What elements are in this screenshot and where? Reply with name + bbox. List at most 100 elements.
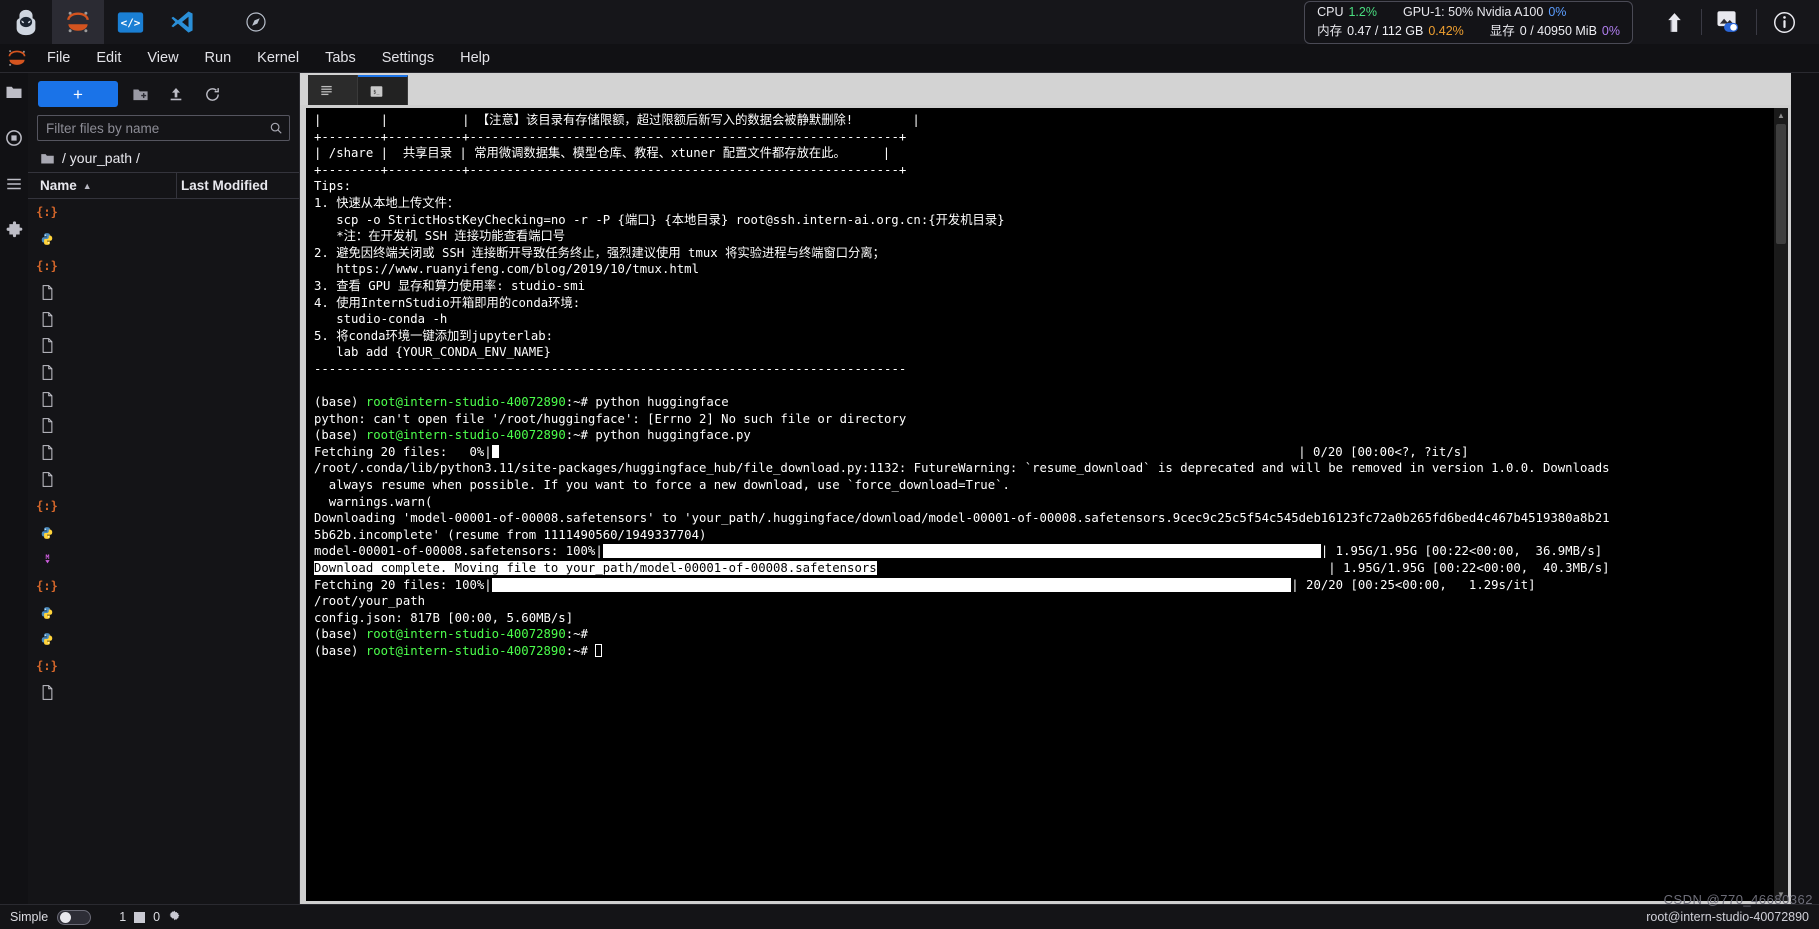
file-icon <box>42 471 52 487</box>
file-list-item[interactable]: {:} <box>28 653 299 680</box>
settings-button[interactable] <box>168 909 181 925</box>
new-launcher-button[interactable]: + <box>38 81 118 107</box>
file-icon <box>42 391 52 407</box>
terminal-line: +--------+----------+-------------------… <box>314 162 907 177</box>
file-list-item[interactable] <box>28 679 299 706</box>
file-list-item[interactable] <box>28 439 299 466</box>
terminal-cursor <box>595 644 603 657</box>
file-list-item[interactable] <box>28 332 299 359</box>
file-type-icon <box>28 311 54 327</box>
file-type-icon: {:} <box>28 205 58 219</box>
tab-terminal[interactable]: $_ <box>358 75 408 105</box>
menu-view[interactable]: View <box>134 44 191 73</box>
screenshot-toggle-button[interactable] <box>1702 0 1756 44</box>
compass-icon <box>246 12 266 32</box>
file-list-item[interactable] <box>28 279 299 306</box>
internstudio-logo-icon <box>16 9 36 36</box>
file-list-item[interactable] <box>28 466 299 493</box>
menu-tabs[interactable]: Tabs <box>312 44 369 73</box>
sidebar-item-running[interactable] <box>1 123 27 153</box>
terminal-line: 4. 使用InternStudio开箱即用的conda环境: <box>314 295 581 310</box>
terminal-line <box>314 378 1774 395</box>
file-type-icon: {:} <box>28 659 58 673</box>
progress-bar-fill: Download complete. Moving file to your_p… <box>314 561 877 576</box>
scroll-up-arrow-icon[interactable]: ▲ <box>1774 108 1788 122</box>
sidebar-item-extensions[interactable] <box>1 215 27 245</box>
file-list-item[interactable]: {:} <box>28 573 299 600</box>
menu-edit[interactable]: Edit <box>83 44 134 73</box>
column-header-name[interactable]: Name ▲ <box>28 178 176 193</box>
status-counts: 1 0 <box>119 909 181 925</box>
refresh-icon <box>205 87 219 101</box>
progress-bar-fill <box>491 577 1292 592</box>
file-list-item[interactable] <box>28 413 299 440</box>
upload-arrow-button[interactable] <box>1647 0 1701 44</box>
menu-kernel[interactable]: Kernel <box>244 44 312 73</box>
terminal-line: config.json: 817B [00:00, 5.60MB/s] <box>314 610 574 625</box>
simple-mode-label: Simple <box>10 910 49 924</box>
new-tab-button[interactable] <box>408 75 438 105</box>
upload-files-button[interactable] <box>162 81 190 107</box>
file-list-item[interactable] <box>28 359 299 386</box>
menu-run[interactable]: Run <box>192 44 245 73</box>
file-type-icon: {:} <box>28 579 58 593</box>
sidebar-item-file-browser[interactable] <box>1 77 27 107</box>
terminal-prompt-user: root@intern-studio-40072890 <box>365 428 566 443</box>
resource-row-mem-vram: 内存 0.47 / 112 GB 0.42% 显存 0 / 40950 MiB … <box>1317 20 1620 39</box>
upload-icon <box>170 88 182 101</box>
terminal-line: 1. 快速从本地上传文件： <box>314 195 460 210</box>
resource-row-cpu-gpu: CPU 1.2% GPU-1: 50% Nvidia A100 0% <box>1317 5 1620 19</box>
file-list-item[interactable] <box>28 626 299 653</box>
menu-help[interactable]: Help <box>447 44 503 73</box>
app-compass[interactable] <box>230 0 282 44</box>
svg-text:</>: </> <box>120 16 140 29</box>
file-list-item[interactable] <box>28 226 299 253</box>
file-list-item[interactable] <box>28 599 299 626</box>
file-type-icon <box>28 285 54 300</box>
sidebar-item-commands[interactable] <box>1 169 27 199</box>
cpu-stat: CPU 1.2% <box>1317 5 1377 19</box>
file-icon <box>42 338 52 354</box>
terminal-line: 2. 避免因终端关闭或 SSH 连接断开导致任务终止，强烈建议使用 tmux 将… <box>314 245 885 260</box>
terminal-output[interactable]: | | | 【注意】该目录有存储限额，超过限额后新写入的数据会被静默删除! | +… <box>306 108 1774 901</box>
file-icon <box>42 311 52 327</box>
menu-file[interactable]: File <box>34 44 83 73</box>
app-jupyter[interactable] <box>52 0 104 44</box>
file-list-item[interactable]: {:} <box>28 199 299 226</box>
terminal-scrollbar[interactable]: ▲ ▼ <box>1774 108 1788 901</box>
terminal-progress-line: Fetching 20 files: 100%| | 20/20 [00:25<… <box>314 577 1536 592</box>
app-internstudio-logo[interactable] <box>0 0 52 44</box>
terminal-line: 3. 查看 GPU 显存和算力使用率: studio-smi <box>314 278 586 293</box>
open-tabs-count: 1 <box>119 910 127 924</box>
app-vscode[interactable] <box>156 0 208 44</box>
simple-mode-toggle[interactable] <box>57 909 92 925</box>
file-list-item[interactable] <box>28 519 299 546</box>
search-input[interactable] <box>46 120 269 136</box>
file-type-icon <box>28 606 54 620</box>
tab-notebook[interactable] <box>308 75 358 105</box>
gear-icon <box>169 910 180 921</box>
file-list-item[interactable]: M <box>28 546 299 573</box>
breadcrumb[interactable]: / your_path / <box>28 147 299 172</box>
file-filter-box[interactable] <box>37 115 290 141</box>
file-list-item[interactable]: {:} <box>28 252 299 279</box>
refresh-button[interactable] <box>198 81 226 107</box>
kernel-indicator-icon <box>134 911 146 923</box>
terminal-line: always resume when possible. If you want… <box>314 478 1010 493</box>
status-bar: Simple 1 0 root@intern-studio-40072890 <box>0 904 1819 929</box>
info-button[interactable] <box>1757 0 1811 44</box>
cpu-value: 1.2% <box>1348 4 1377 19</box>
file-list-item[interactable] <box>28 306 299 333</box>
new-folder-button[interactable] <box>126 81 154 107</box>
scrollbar-thumb[interactable] <box>1776 124 1786 244</box>
scroll-down-arrow-icon[interactable]: ▼ <box>1774 887 1788 901</box>
terminal-command-line: (base) root@intern-studio-40072890:~# <box>314 643 1774 660</box>
file-list-item[interactable] <box>28 386 299 413</box>
file-list-item[interactable]: {:} <box>28 493 299 520</box>
gpu-stat: GPU-1: 50% Nvidia A100 0% <box>1403 5 1566 19</box>
column-header-modified[interactable]: Last Modified <box>177 178 299 193</box>
app-code-server[interactable]: </> <box>104 0 156 44</box>
menu-settings[interactable]: Settings <box>369 44 447 73</box>
terminal-command-line: (base) root@intern-studio-40072890:~# py… <box>314 428 751 443</box>
markdown-icon: M <box>44 553 50 564</box>
